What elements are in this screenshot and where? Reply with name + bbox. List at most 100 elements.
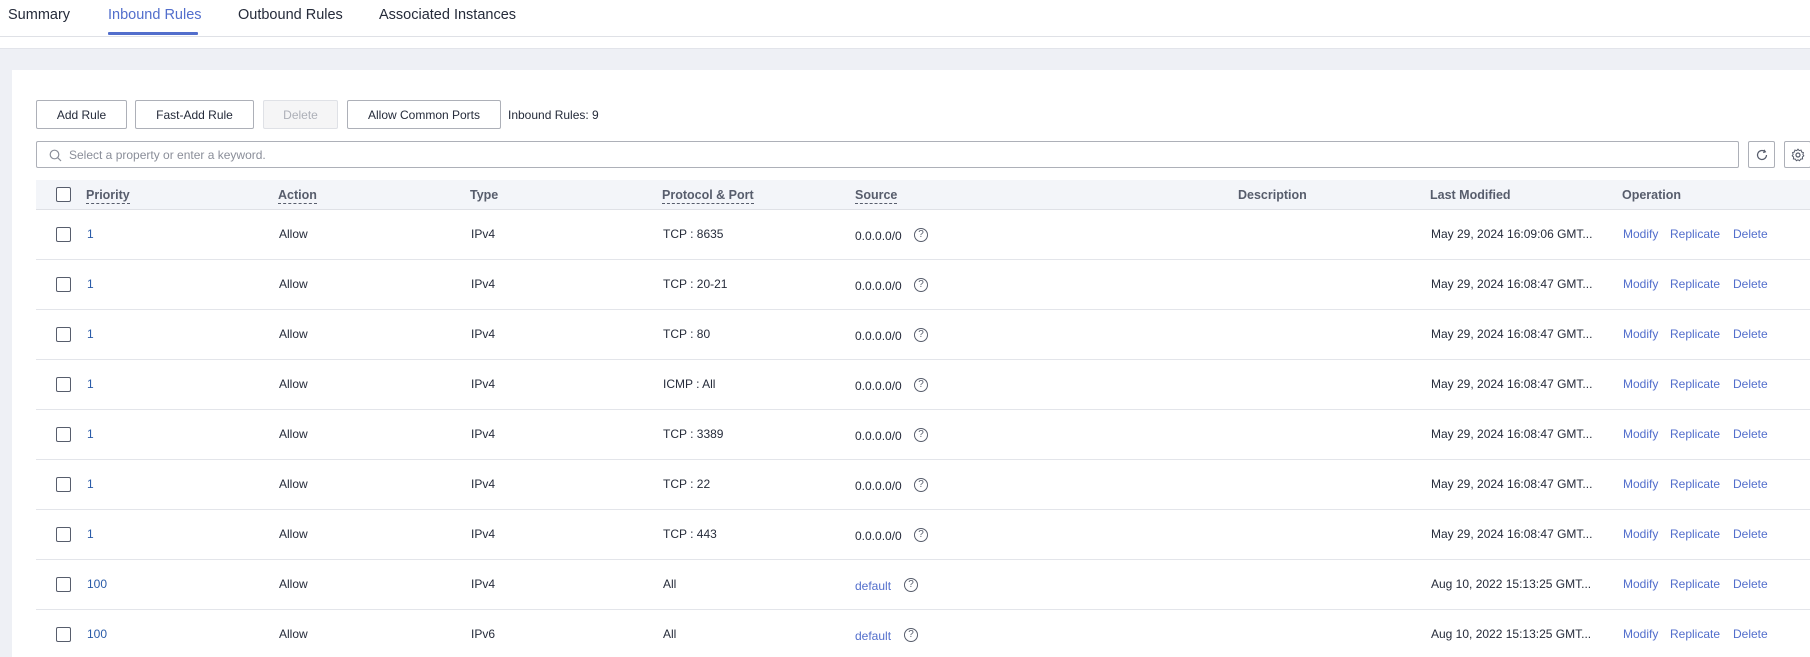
action-cell: Allow bbox=[279, 377, 308, 391]
delete-link[interactable]: Delete bbox=[1733, 377, 1768, 391]
active-tab-indicator bbox=[108, 32, 198, 35]
source-cell: 0.0.0.0/0 bbox=[855, 379, 902, 393]
protocol-port-cell: TCP : 3389 bbox=[663, 427, 724, 441]
header-type: Type bbox=[470, 188, 499, 202]
help-icon[interactable]: ? bbox=[914, 328, 928, 342]
tab-summary[interactable]: Summary bbox=[8, 7, 70, 23]
table-row: 100 Allow IPv4 All default? Aug 10, 2022 15:1… bbox=[36, 560, 1810, 610]
help-icon[interactable]: ? bbox=[904, 578, 918, 592]
tab-associated-instances[interactable]: Associated Instances bbox=[379, 7, 516, 23]
protocol-port-cell: TCP : 8635 bbox=[663, 227, 724, 241]
delete-link[interactable]: Delete bbox=[1733, 327, 1768, 341]
delete-link[interactable]: Delete bbox=[1733, 527, 1768, 541]
priority-cell: 1 bbox=[87, 277, 94, 291]
row-checkbox[interactable] bbox=[56, 427, 71, 442]
row-checkbox[interactable] bbox=[56, 327, 71, 342]
delete-link[interactable]: Delete bbox=[1733, 627, 1768, 641]
delete-link[interactable]: Delete bbox=[1733, 577, 1768, 591]
type-cell: IPv4 bbox=[471, 527, 496, 541]
action-cell: Allow bbox=[279, 227, 308, 241]
help-icon[interactable]: ? bbox=[914, 278, 928, 292]
header-action[interactable]: Action bbox=[278, 188, 317, 204]
row-checkbox[interactable] bbox=[56, 577, 71, 592]
action-cell: Allow bbox=[279, 277, 308, 291]
table-row: 100 Allow IPv6 All default? Aug 10, 2022 15:1… bbox=[36, 610, 1810, 657]
protocol-port-cell: TCP : 443 bbox=[663, 527, 717, 541]
fast-add-rule-button[interactable]: Fast-Add Rule bbox=[135, 100, 254, 129]
source-cell[interactable]: default bbox=[855, 579, 891, 593]
table-row: 1 Allow IPv4 TCP : 80 0.0.0.0/0? May 29, 2024… bbox=[36, 310, 1810, 360]
header-priority[interactable]: Priority bbox=[86, 188, 130, 204]
type-cell: IPv4 bbox=[471, 477, 496, 491]
table-row: 1 Allow IPv4 TCP : 22 0.0.0.0/0? May 29, 2024… bbox=[36, 460, 1810, 510]
help-icon[interactable]: ? bbox=[914, 478, 928, 492]
type-cell: IPv6 bbox=[471, 627, 496, 641]
replicate-link[interactable]: Replicate bbox=[1670, 227, 1720, 241]
type-cell: IPv4 bbox=[471, 577, 496, 591]
add-rule-button[interactable]: Add Rule bbox=[36, 100, 127, 129]
modify-link[interactable]: Modify bbox=[1623, 477, 1658, 491]
replicate-link[interactable]: Replicate bbox=[1670, 477, 1720, 491]
allow-common-ports-button[interactable]: Allow Common Ports bbox=[347, 100, 501, 129]
header-source[interactable]: Source bbox=[855, 188, 898, 204]
action-cell: Allow bbox=[279, 577, 308, 591]
row-checkbox[interactable] bbox=[56, 477, 71, 492]
protocol-port-cell: TCP : 80 bbox=[663, 327, 711, 341]
source-cell[interactable]: default bbox=[855, 629, 891, 643]
row-checkbox[interactable] bbox=[56, 277, 71, 292]
help-icon[interactable]: ? bbox=[914, 428, 928, 442]
modify-link[interactable]: Modify bbox=[1623, 377, 1658, 391]
search-input[interactable] bbox=[69, 146, 1669, 164]
source-cell: 0.0.0.0/0 bbox=[855, 329, 902, 343]
refresh-icon bbox=[1756, 148, 1767, 160]
modify-link[interactable]: Modify bbox=[1623, 427, 1658, 441]
search-icon bbox=[49, 149, 62, 162]
type-cell: IPv4 bbox=[471, 277, 496, 291]
header-protocol-port[interactable]: Protocol & Port bbox=[662, 188, 754, 204]
replicate-link[interactable]: Replicate bbox=[1670, 377, 1720, 391]
replicate-link[interactable]: Replicate bbox=[1670, 577, 1720, 591]
tab-outbound-rules[interactable]: Outbound Rules bbox=[238, 7, 343, 23]
source-cell: 0.0.0.0/0 bbox=[855, 479, 902, 493]
help-icon[interactable]: ? bbox=[914, 528, 928, 542]
help-icon[interactable]: ? bbox=[914, 228, 928, 242]
search-bar[interactable] bbox=[36, 141, 1739, 168]
row-checkbox[interactable] bbox=[56, 377, 71, 392]
table-row: 1 Allow IPv4 TCP : 3389 0.0.0.0/0? May 29, 20… bbox=[36, 410, 1810, 460]
replicate-link[interactable]: Replicate bbox=[1670, 527, 1720, 541]
source-cell: 0.0.0.0/0 bbox=[855, 229, 902, 243]
modify-link[interactable]: Modify bbox=[1623, 227, 1658, 241]
protocol-port-cell: ICMP : All bbox=[663, 377, 716, 391]
row-checkbox[interactable] bbox=[56, 227, 71, 242]
select-all-checkbox[interactable] bbox=[56, 187, 71, 202]
priority-cell: 100 bbox=[87, 627, 108, 641]
replicate-link[interactable]: Replicate bbox=[1670, 277, 1720, 291]
delete-link[interactable]: Delete bbox=[1733, 427, 1768, 441]
delete-link[interactable]: Delete bbox=[1733, 477, 1768, 491]
replicate-link[interactable]: Replicate bbox=[1670, 327, 1720, 341]
protocol-port-cell: TCP : 22 bbox=[663, 477, 711, 491]
modify-link[interactable]: Modify bbox=[1623, 527, 1658, 541]
tab-inbound-rules[interactable]: Inbound Rules bbox=[108, 7, 202, 23]
row-checkbox[interactable] bbox=[56, 627, 71, 642]
header-operation: Operation bbox=[1622, 188, 1682, 202]
modify-link[interactable]: Modify bbox=[1623, 277, 1658, 291]
delete-link[interactable]: Delete bbox=[1733, 277, 1768, 291]
modify-link[interactable]: Modify bbox=[1623, 627, 1658, 641]
replicate-link[interactable]: Replicate bbox=[1670, 427, 1720, 441]
inbound-rules-count: Inbound Rules: 9 bbox=[508, 108, 599, 122]
row-checkbox[interactable] bbox=[56, 527, 71, 542]
help-icon[interactable]: ? bbox=[914, 378, 928, 392]
gear-icon bbox=[1791, 147, 1804, 161]
help-icon[interactable]: ? bbox=[904, 628, 918, 642]
delete-button[interactable]: Delete bbox=[263, 100, 338, 129]
settings-button[interactable] bbox=[1784, 141, 1810, 168]
table-header: Priority Action Type Protocol & Port Sou… bbox=[36, 180, 1810, 210]
modify-link[interactable]: Modify bbox=[1623, 327, 1658, 341]
refresh-button[interactable] bbox=[1748, 141, 1775, 168]
delete-link[interactable]: Delete bbox=[1733, 227, 1768, 241]
last-modified-cell: May 29, 2024 16:08:47 GMT... bbox=[1431, 427, 1593, 441]
replicate-link[interactable]: Replicate bbox=[1670, 627, 1720, 641]
modify-link[interactable]: Modify bbox=[1623, 577, 1658, 591]
table-row: 1 Allow IPv4 ICMP : All 0.0.0.0/0? May 29, 20… bbox=[36, 360, 1810, 410]
